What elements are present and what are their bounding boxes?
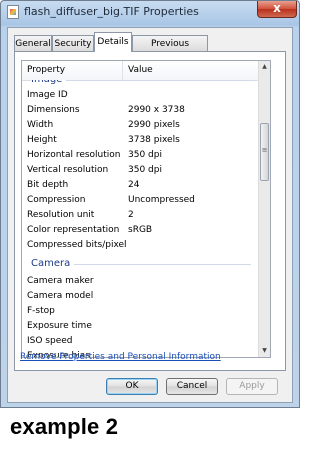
property-name: Dimensions <box>27 105 80 115</box>
vertical-scrollbar[interactable]: ▲ ▼ <box>258 61 270 357</box>
column-divider[interactable] <box>122 61 123 80</box>
property-value: sRGB <box>128 225 153 235</box>
caption-text: example 2 <box>10 414 119 439</box>
group-header-camera: Camera <box>22 256 259 272</box>
remove-properties-link[interactable]: Remove Properties and Personal Informati… <box>20 352 221 362</box>
tab-general[interactable]: General <box>14 35 52 51</box>
property-value: 350 dpi <box>128 150 162 160</box>
property-value: 350 dpi <box>128 165 162 175</box>
property-name: ISO speed <box>27 336 73 346</box>
list-header: Property Value <box>22 61 259 81</box>
down-arrow-icon[interactable]: ▼ <box>259 345 270 357</box>
property-value: Uncompressed <box>128 195 195 205</box>
group-label: Camera <box>31 256 75 272</box>
image-file-icon <box>7 5 19 19</box>
property-value: 2 <box>128 210 134 220</box>
list-row[interactable]: Camera model <box>22 289 259 304</box>
property-name: Camera maker <box>27 276 94 286</box>
details-panel: Property Value Image Image ID Dimensions… <box>14 51 286 371</box>
column-header-value[interactable]: Value <box>128 65 153 75</box>
apply-button[interactable]: Apply <box>226 378 278 395</box>
list-row[interactable]: Horizontal resolution 350 dpi <box>22 148 259 163</box>
property-name: Height <box>27 135 57 145</box>
list-row[interactable]: Compression Uncompressed <box>22 193 259 208</box>
property-name: Compressed bits/pixel <box>27 240 127 250</box>
property-name: Color representation <box>27 225 120 235</box>
list-row[interactable]: Color representation sRGB <box>22 223 259 238</box>
list-row[interactable]: Resolution unit 2 <box>22 208 259 223</box>
tab-details[interactable]: Details <box>94 32 132 52</box>
list-row[interactable]: F-stop <box>22 304 259 319</box>
ok-button[interactable]: OK <box>106 378 158 395</box>
dialog-client: General Security Details Previous Versio… <box>7 27 293 403</box>
title-bar[interactable]: flash_diffuser_big.TIF Properties x <box>1 1 299 25</box>
list-row[interactable]: Camera maker <box>22 274 259 289</box>
list-row[interactable]: Bit depth 24 <box>22 178 259 193</box>
tab-security[interactable]: Security <box>52 35 94 51</box>
property-name: Resolution unit <box>27 210 95 220</box>
property-name: Bit depth <box>27 180 69 190</box>
cancel-button[interactable]: Cancel <box>166 378 218 395</box>
property-name: F-stop <box>27 306 55 316</box>
list-row[interactable]: Image ID <box>22 88 259 103</box>
up-arrow-icon[interactable]: ▲ <box>259 61 270 73</box>
scroll-thumb[interactable] <box>260 123 269 181</box>
property-name: Camera model <box>27 291 94 301</box>
column-header-property[interactable]: Property <box>27 65 65 75</box>
list-row[interactable]: Compressed bits/pixel <box>22 238 259 253</box>
property-name: Horizontal resolution <box>27 150 121 160</box>
list-row[interactable]: Height 3738 pixels <box>22 133 259 148</box>
tab-previous-versions[interactable]: Previous Versions <box>132 35 208 65</box>
property-value: 3738 pixels <box>128 135 180 145</box>
window-title: flash_diffuser_big.TIF Properties <box>24 5 199 18</box>
properties-window: flash_diffuser_big.TIF Properties x Gene… <box>0 0 300 408</box>
list-body: Image Image ID Dimensions 2990 x 3738 Wid… <box>22 80 259 357</box>
property-name: Width <box>27 120 54 130</box>
details-list[interactable]: Property Value Image Image ID Dimensions… <box>21 60 271 358</box>
list-row[interactable]: Dimensions 2990 x 3738 <box>22 103 259 118</box>
property-name: Vertical resolution <box>27 165 109 175</box>
list-row[interactable]: Vertical resolution 350 dpi <box>22 163 259 178</box>
property-value: 2990 x 3738 <box>128 105 185 115</box>
property-name: Image ID <box>27 90 68 100</box>
property-value: 24 <box>128 180 140 190</box>
list-row[interactable]: Exposure time <box>22 319 259 334</box>
list-row[interactable]: ISO speed <box>22 334 259 349</box>
group-label: Image <box>31 80 67 88</box>
list-row[interactable]: Width 2990 pixels <box>22 118 259 133</box>
property-name: Compression <box>27 195 86 205</box>
property-value: 2990 pixels <box>128 120 180 130</box>
property-name: Exposure time <box>27 321 92 331</box>
close-button[interactable]: x <box>257 1 297 18</box>
group-header-image: Image <box>22 80 259 88</box>
